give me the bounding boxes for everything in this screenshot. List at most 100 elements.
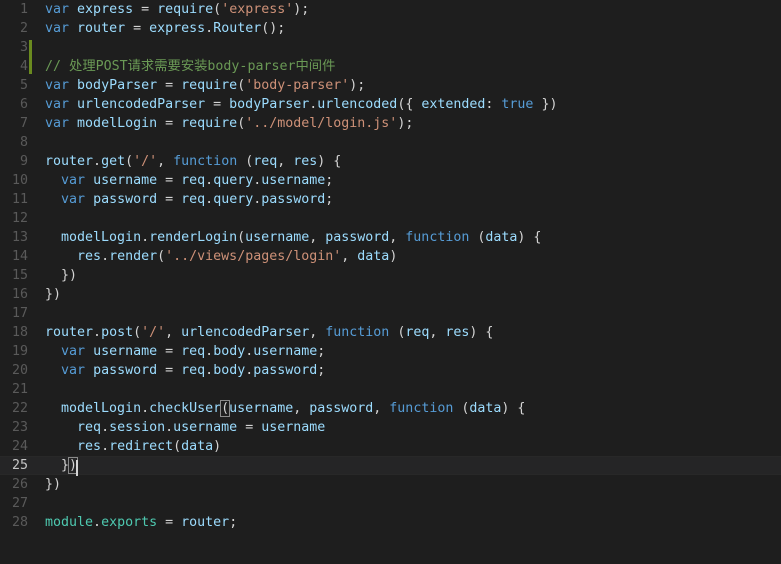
code-line[interactable]: 17 <box>0 304 781 323</box>
code-line[interactable]: 1 var express = require('express'); <box>0 0 781 19</box>
line-number: 23 <box>11 420 28 435</box>
bracket-match-highlight: ( <box>220 400 231 417</box>
code-token-pl: , <box>165 325 182 340</box>
code-line-content[interactable]: }) <box>45 266 77 285</box>
code-token-pl: ) <box>389 249 398 264</box>
code-line[interactable]: 21 <box>0 380 781 399</box>
line-number: 15 <box>11 268 28 283</box>
code-token-id: router <box>45 154 94 169</box>
code-line-content[interactable]: var modelLogin = require('../model/login… <box>45 114 413 133</box>
code-line[interactable]: 12 <box>0 209 781 228</box>
code-token-pl: . <box>101 439 110 454</box>
line-number: 2 <box>19 21 28 36</box>
code-line[interactable]: 23 req.session.username = username <box>0 418 781 437</box>
code-token-id: session <box>109 420 166 435</box>
code-token-pl: . <box>141 401 150 416</box>
code-token-id: bodyParser <box>77 78 158 93</box>
code-line[interactable]: 6 var urlencodedParser = bodyParser.urlen… <box>0 95 781 114</box>
code-editor[interactable]: 1 var express = require('express'); 2 var r… <box>0 0 781 564</box>
code-token-pl: = <box>157 515 182 530</box>
code-token-pl: ; <box>325 192 334 207</box>
code-line[interactable]: 19 var username = req.body.username; <box>0 342 781 361</box>
line-number: 20 <box>11 363 28 378</box>
code-line[interactable]: 11 var password = req.query.password; <box>0 190 781 209</box>
code-line-content[interactable]: }) <box>45 457 79 476</box>
code-line-content[interactable]: req.session.username = username <box>45 418 325 437</box>
code-line-content[interactable]: var router = express.Router(); <box>45 19 285 38</box>
code-line-content[interactable]: var urlencodedParser = bodyParser.urlenc… <box>45 95 557 114</box>
code-token-pl: } <box>45 458 70 473</box>
code-line-content[interactable]: router.post('/', urlencodedParser, funct… <box>45 323 493 342</box>
code-token-id: checkUser <box>149 401 222 416</box>
code-token-pl: = <box>157 116 182 131</box>
code-line[interactable]: 10 var username = req.query.username; <box>0 171 781 190</box>
code-line-content[interactable]: res.render('../views/pages/login', data) <box>45 247 397 266</box>
code-token-pl: }) <box>45 287 62 302</box>
code-line-content[interactable]: }) <box>45 475 61 494</box>
code-token-pl: . <box>101 420 110 435</box>
code-token-pl: = <box>157 344 182 359</box>
code-token-id: urlencoded <box>317 97 398 112</box>
code-token-str: '../views/pages/login' <box>165 249 342 264</box>
line-number: 28 <box>11 515 28 530</box>
code-line-content[interactable]: modelLogin.checkUser(username, password,… <box>45 399 525 418</box>
code-token-id: req <box>77 420 102 435</box>
code-line-content[interactable]: router.get('/', function (req, res) { <box>45 152 341 171</box>
code-line[interactable]: 20 var password = req.body.password; <box>0 361 781 380</box>
code-token-id: username <box>261 173 326 188</box>
code-line-content[interactable]: modelLogin.renderLogin(username, passwor… <box>45 228 541 247</box>
code-line-content[interactable]: }) <box>45 285 61 304</box>
code-token-kw: true <box>501 97 534 112</box>
code-token-pl: ({ <box>397 97 422 112</box>
code-line[interactable]: 5 var bodyParser = require('body-parser')… <box>0 76 781 95</box>
code-line[interactable]: 7 var modelLogin = require('../model/logi… <box>0 114 781 133</box>
code-line[interactable]: 13 modelLogin.renderLogin(username, pass… <box>0 228 781 247</box>
code-line[interactable]: 22 modelLogin.checkUser(username, passwo… <box>0 399 781 418</box>
code-line[interactable]: 3 <box>0 38 781 57</box>
code-line[interactable]: 18 router.post('/', urlencodedParser, fun… <box>0 323 781 342</box>
code-line[interactable]: 16}) <box>0 285 781 304</box>
code-token-id: router <box>45 325 94 340</box>
code-line-content[interactable]: res.redirect(data) <box>45 437 221 456</box>
code-line[interactable]: 9 router.get('/', function (req, res) { <box>0 152 781 171</box>
code-line[interactable]: 25 }) <box>0 456 781 476</box>
code-token-id: req <box>253 154 278 169</box>
code-line-content[interactable]: var password = req.body.password; <box>45 361 325 380</box>
code-line[interactable]: 24 res.redirect(data) <box>0 437 781 456</box>
code-line[interactable]: 14 res.render('../views/pages/login', da… <box>0 247 781 266</box>
code-line-content[interactable]: // 处理POST请求需要安装body-parser中间件 <box>45 57 335 76</box>
code-line[interactable]: 15 }) <box>0 266 781 285</box>
code-token-id: render <box>109 249 158 264</box>
code-editor-viewport[interactable]: 1 var express = require('express'); 2 var r… <box>0 0 781 564</box>
code-line[interactable]: 2 var router = express.Router(); <box>0 19 781 38</box>
code-token-pl: }) <box>533 97 558 112</box>
line-number: 24 <box>11 439 28 454</box>
code-token-pl: }) <box>45 477 62 492</box>
code-line-content[interactable]: var username = req.body.username; <box>45 342 325 361</box>
code-line-content[interactable]: var username = req.query.username; <box>45 171 333 190</box>
code-token-id: req <box>181 173 206 188</box>
code-token-kw: var <box>45 78 70 93</box>
code-line-content[interactable]: var bodyParser = require('body-parser'); <box>45 76 365 95</box>
code-token-id: data <box>181 439 214 454</box>
code-token-id: password <box>253 363 318 378</box>
code-token-pl: . <box>141 230 150 245</box>
code-line[interactable]: 27 <box>0 494 781 513</box>
code-token-id: password <box>309 401 374 416</box>
code-line[interactable]: 8 <box>0 133 781 152</box>
code-token-pl: . <box>205 21 214 36</box>
line-number: 16 <box>11 287 28 302</box>
code-token-id: username <box>253 344 318 359</box>
code-line[interactable]: 4 // 处理POST请求需要安装body-parser中间件 <box>0 57 781 76</box>
code-token-pl: , <box>293 401 310 416</box>
code-token-str: 'express' <box>221 2 294 17</box>
code-line-content[interactable]: module.exports = router; <box>45 513 237 532</box>
code-line-content[interactable]: var password = req.query.password; <box>45 190 333 209</box>
line-number: 26 <box>11 477 28 492</box>
code-token-pl: ( <box>237 116 246 131</box>
code-line[interactable]: 28 module.exports = router; <box>0 513 781 532</box>
code-line-content[interactable]: var express = require('express'); <box>45 0 309 19</box>
code-line[interactable]: 26}) <box>0 475 781 494</box>
